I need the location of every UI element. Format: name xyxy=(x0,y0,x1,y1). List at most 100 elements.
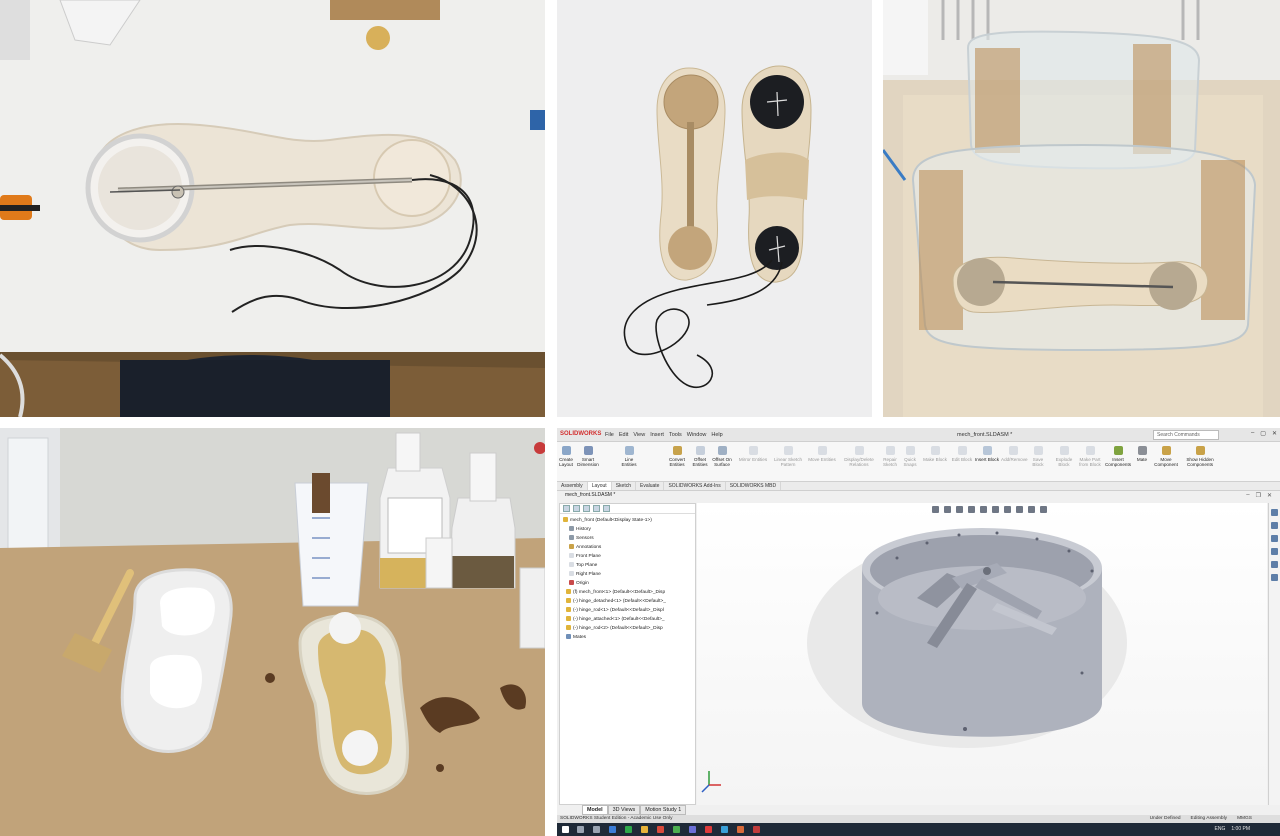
mail-icon[interactable] xyxy=(721,826,728,833)
tab-motion-study[interactable]: Motion Study 1 xyxy=(640,805,687,815)
view-orientation-icon[interactable] xyxy=(980,506,987,513)
spreadsheet-icon[interactable] xyxy=(673,826,680,833)
explode-block-button[interactable]: Explode Block xyxy=(1051,446,1077,467)
tree-item-front-plane[interactable]: Front Plane xyxy=(563,552,692,561)
mate-button[interactable]: Mate xyxy=(1135,446,1149,462)
hide-show-icon[interactable] xyxy=(1004,506,1011,513)
maximize-icon[interactable]: ▢ xyxy=(1260,430,1266,437)
linear-sketch-pattern-button[interactable]: Linear Sketch Pattern xyxy=(771,446,805,467)
mirror-entities-button[interactable]: Mirror Entities xyxy=(737,446,769,462)
close-icon[interactable]: ✕ xyxy=(1272,430,1277,437)
menu-window[interactable]: Window xyxy=(687,432,707,438)
browser-icon[interactable] xyxy=(609,826,616,833)
tree-item-origin[interactable]: Origin xyxy=(563,579,692,588)
menu-tools[interactable]: Tools xyxy=(669,432,682,438)
tree-item-sensors[interactable]: Sensors xyxy=(563,534,692,543)
tree-item-history[interactable]: History xyxy=(563,525,692,534)
menu-insert[interactable]: Insert xyxy=(650,432,664,438)
tree-item-mech-front[interactable]: (f) mech_front<1> (Default<<Default>_Dis… xyxy=(563,588,692,597)
document-tab[interactable]: mech_front.SLDASM * xyxy=(559,492,639,500)
search-icon[interactable] xyxy=(577,826,584,833)
tab-mbd[interactable]: SOLIDWORKS MBD xyxy=(726,482,782,490)
custom-properties-icon[interactable] xyxy=(1271,574,1278,581)
display-style-icon[interactable] xyxy=(992,506,999,513)
design-library-icon[interactable] xyxy=(1271,522,1278,529)
tab-layout[interactable]: Layout xyxy=(587,482,612,490)
office-app-icon[interactable] xyxy=(657,826,664,833)
windows-taskbar: ENG 1:00 PM xyxy=(557,823,1280,836)
view-palette-icon[interactable] xyxy=(1271,548,1278,555)
tab-addins[interactable]: SOLIDWORKS Add-Ins xyxy=(664,482,726,490)
dimxpert-tab-icon[interactable] xyxy=(593,505,600,512)
show-hidden-components-button[interactable]: Show Hidden Components xyxy=(1183,446,1217,467)
tree-item-hinge-detached[interactable]: (-) hinge_detached<1> (Default<<Default>… xyxy=(563,597,692,606)
start-icon[interactable] xyxy=(562,826,569,833)
offset-on-surface-button[interactable]: Offset On Surface xyxy=(711,446,733,467)
minimize-icon[interactable]: – xyxy=(1251,430,1254,437)
tree-item-root[interactable]: mech_front (Default<Display State-1>) xyxy=(563,516,692,525)
task-view-icon[interactable] xyxy=(593,826,600,833)
tab-sketch[interactable]: Sketch xyxy=(612,482,636,490)
configuration-tab-icon[interactable] xyxy=(583,505,590,512)
tab-model[interactable]: Model xyxy=(582,805,608,815)
pdf-icon[interactable] xyxy=(753,826,760,833)
edit-block-button[interactable]: Edit Block xyxy=(951,446,973,462)
property-manager-tab-icon[interactable] xyxy=(573,505,580,512)
tree-item-annotations[interactable]: Annotations xyxy=(563,543,692,552)
graphics-viewport[interactable] xyxy=(697,503,1267,805)
media-icon[interactable] xyxy=(737,826,744,833)
solidworks-taskbar-icon[interactable] xyxy=(705,826,712,833)
tab-evaluate[interactable]: Evaluate xyxy=(636,482,665,490)
menu-help[interactable]: Help xyxy=(711,432,722,438)
display-delete-relations-button[interactable]: Display/Delete Relations xyxy=(839,446,879,467)
make-block-button[interactable]: Make Block xyxy=(921,446,949,462)
doc-close-icon[interactable]: ✕ xyxy=(1267,492,1272,499)
search-commands-input[interactable]: Search Commands xyxy=(1153,430,1219,440)
menu-view[interactable]: View xyxy=(633,432,645,438)
save-block-button[interactable]: Save Block xyxy=(1027,446,1049,467)
edit-appearance-icon[interactable] xyxy=(1016,506,1023,513)
resources-icon[interactable] xyxy=(1271,509,1278,516)
appearances-icon[interactable] xyxy=(1271,561,1278,568)
tree-item-top-plane[interactable]: Top Plane xyxy=(563,561,692,570)
zoom-area-icon[interactable] xyxy=(944,506,951,513)
status-units[interactable]: MMGS xyxy=(1237,816,1252,821)
menu-file[interactable]: File xyxy=(605,432,614,438)
display-manager-tab-icon[interactable] xyxy=(603,505,610,512)
chat-app-icon[interactable] xyxy=(625,826,632,833)
doc-minimize-icon[interactable]: – xyxy=(1246,492,1249,499)
tree-item-hinge-rod-2[interactable]: (-) hinge_rod<2> (Default<<Default>_Disp xyxy=(563,624,692,633)
convert-entities-button[interactable]: Convert Entities xyxy=(665,446,689,467)
clock[interactable]: 1:00 PM xyxy=(1231,826,1250,832)
section-view-icon[interactable] xyxy=(968,506,975,513)
repair-sketch-button[interactable]: Repair Sketch xyxy=(881,446,899,467)
create-layout-button[interactable]: Create Layout xyxy=(559,446,573,467)
tree-item-hinge-attached[interactable]: (-) hinge_attached<1> (Default<<Default>… xyxy=(563,615,692,624)
tree-item-mates[interactable]: Mates xyxy=(563,633,692,642)
language-indicator[interactable]: ENG xyxy=(1215,826,1226,832)
previous-view-icon[interactable] xyxy=(956,506,963,513)
menu-edit[interactable]: Edit xyxy=(619,432,628,438)
insert-block-button[interactable]: Insert Block xyxy=(975,446,999,462)
move-component-button[interactable]: Move Component xyxy=(1151,446,1181,467)
add-remove-button[interactable]: Add/Remove xyxy=(1001,446,1028,462)
insert-components-button[interactable]: Insert Components xyxy=(1103,446,1133,467)
tree-item-right-plane[interactable]: Right Plane xyxy=(563,570,692,579)
scene-icon[interactable] xyxy=(1028,506,1035,513)
tree-item-hinge-rod-1[interactable]: (-) hinge_rod<1> (Default<<Default>_Disp… xyxy=(563,606,692,615)
tab-3d-views[interactable]: 3D Views xyxy=(607,805,641,815)
notes-icon[interactable] xyxy=(689,826,696,833)
quick-snaps-button[interactable]: Quick Snaps xyxy=(901,446,919,467)
offset-entities-button[interactable]: Offset Entities xyxy=(691,446,709,467)
doc-restore-icon[interactable]: ❐ xyxy=(1256,492,1261,499)
line-button[interactable]: Line Entities xyxy=(619,446,639,467)
smart-dimension-button[interactable]: Smart Dimension xyxy=(575,446,601,467)
make-part-from-block-button[interactable]: Make Part from Block xyxy=(1079,446,1101,467)
folder-icon[interactable] xyxy=(641,826,648,833)
view-settings-icon[interactable] xyxy=(1040,506,1047,513)
tab-assembly[interactable]: Assembly xyxy=(557,482,588,490)
zoom-fit-icon[interactable] xyxy=(932,506,939,513)
move-entities-button[interactable]: Move Entities xyxy=(807,446,837,462)
feature-tree-tab-icon[interactable] xyxy=(563,505,570,512)
file-explorer-icon[interactable] xyxy=(1271,535,1278,542)
